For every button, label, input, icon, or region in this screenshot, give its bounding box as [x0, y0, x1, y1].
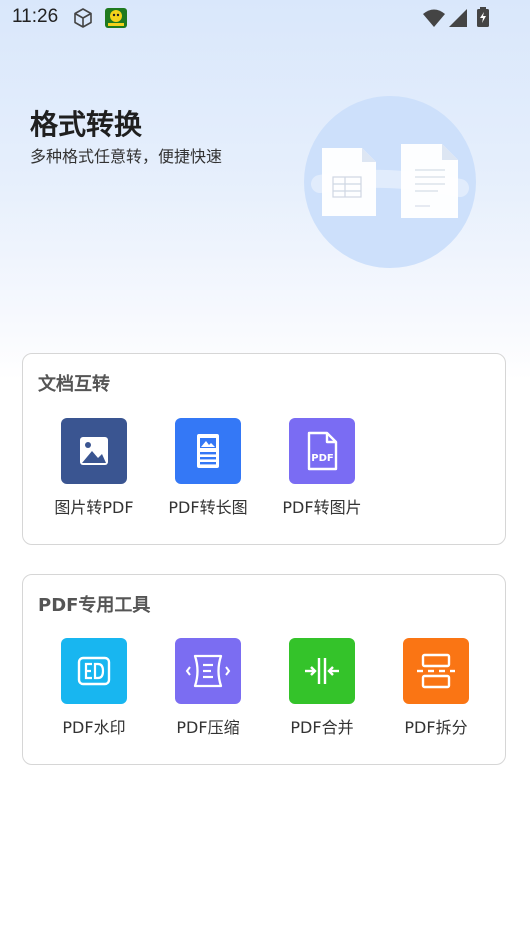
tool-label: 图片转PDF: [54, 498, 134, 517]
signal-icon: [448, 8, 468, 32]
watermark-icon: [61, 638, 127, 704]
page-subtitle: 多种格式任意转，便捷快速: [30, 147, 223, 166]
battery-charging-icon: [476, 7, 490, 31]
wifi-icon: [422, 8, 446, 32]
svg-text:PDF: PDF: [311, 453, 333, 464]
tool-pdf-split[interactable]: PDF拆分: [379, 638, 493, 738]
tool-label: PDF压缩: [176, 718, 240, 737]
split-icon: [403, 638, 469, 704]
tool-label: PDF合并: [290, 718, 354, 737]
page-title: 格式转换: [30, 108, 143, 141]
tool-label: PDF水印: [62, 718, 126, 737]
tool-pdf-to-long-image[interactable]: PDF转长图: [151, 418, 265, 518]
tool-label: PDF转图片: [282, 498, 362, 517]
tool-pdf-compress[interactable]: PDF压缩: [151, 638, 265, 738]
pdf-file-icon: PDF: [289, 418, 355, 484]
status-bar: 11:26: [0, 0, 530, 36]
merge-icon: [289, 638, 355, 704]
section-title: 文档互转: [38, 374, 110, 395]
long-image-icon: [175, 418, 241, 484]
tool-pdf-merge[interactable]: PDF合并: [265, 638, 379, 738]
app-notification-icon: [104, 7, 128, 33]
tool-image-to-pdf[interactable]: 图片转PDF: [37, 418, 151, 518]
section-document-conversion: 文档互转 图片转PDF PDF转长图 PDF PDF转图片: [22, 353, 506, 545]
documents-illustration: [300, 92, 480, 272]
compress-icon: [175, 638, 241, 704]
tool-label: PDF转长图: [168, 498, 248, 517]
tool-pdf-to-image[interactable]: PDF PDF转图片: [265, 418, 379, 518]
package-icon: [72, 7, 94, 33]
section-title: PDF专用工具: [38, 595, 151, 616]
tool-label: PDF拆分: [404, 718, 468, 737]
status-time: 11:26: [12, 6, 59, 27]
image-icon: [61, 418, 127, 484]
tool-pdf-watermark[interactable]: PDF水印: [37, 638, 151, 738]
section-pdf-tools: PDF专用工具 PDF水印 PDF压缩 PDF合并 PDF拆分: [22, 574, 506, 765]
